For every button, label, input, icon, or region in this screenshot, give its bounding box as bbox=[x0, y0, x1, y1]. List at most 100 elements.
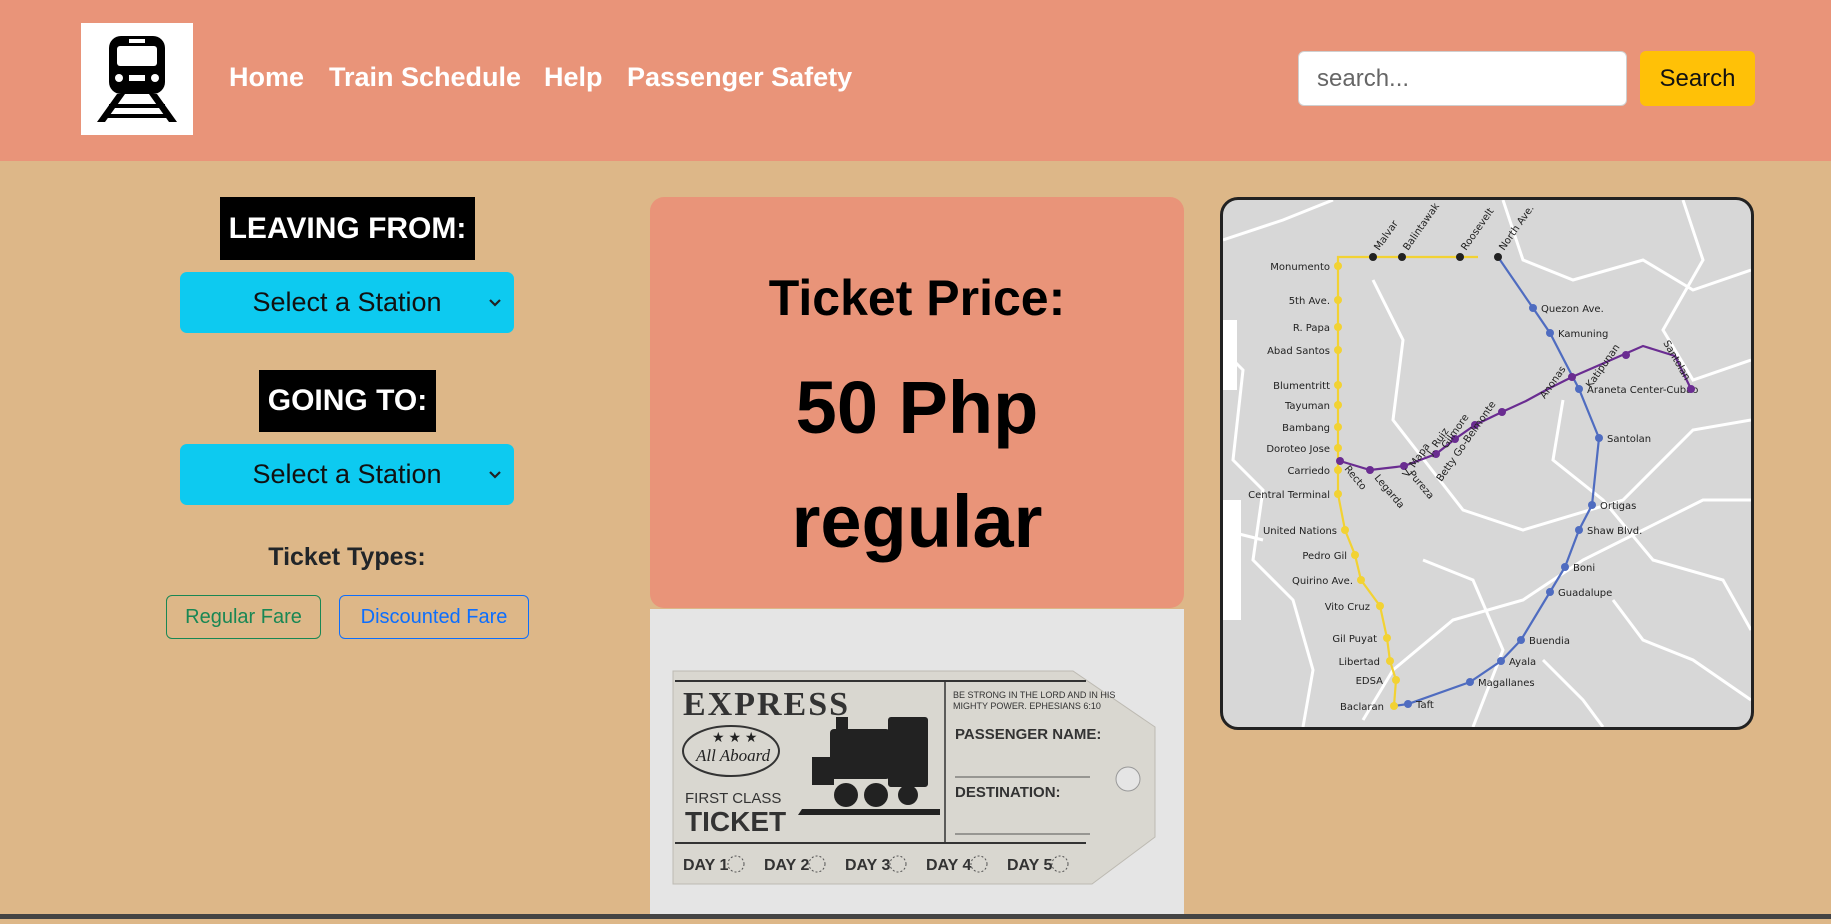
yellow-station-label-7: Doroteo Jose bbox=[1266, 444, 1330, 455]
top-station-label-2: Roosevelt bbox=[1459, 206, 1496, 252]
site-header: Home Train Schedule Help Passenger Safet… bbox=[0, 0, 1831, 161]
ticket-verse-text: BE STRONG IN THE LORD AND IN HIS bbox=[953, 690, 1115, 700]
nav-passenger-safety[interactable]: Passenger Safety bbox=[627, 62, 852, 93]
blue-station-dot-7 bbox=[1561, 563, 1569, 571]
going-select-value: Select a Station bbox=[252, 459, 442, 489]
express-ticket-image: EXPRESS BE STRONG IN THE LORD AND IN HIS… bbox=[672, 670, 1156, 885]
regular-fare-button[interactable]: Regular Fare bbox=[166, 595, 321, 639]
purple-station-label-8: Katipunan bbox=[1584, 342, 1622, 390]
yellow-station-label-9: Central Terminal bbox=[1248, 490, 1330, 501]
blue-station-label-2: Kamuning bbox=[1558, 329, 1608, 340]
top-station-dot-0 bbox=[1369, 253, 1377, 261]
chevron-down-icon bbox=[489, 298, 501, 307]
leaving-station-select[interactable]: Select a Station bbox=[180, 272, 514, 333]
purple-line bbox=[1339, 344, 1692, 472]
ticket-price-card: Ticket Price: 50 Php regular bbox=[650, 197, 1184, 608]
yellow-station-dot-8 bbox=[1334, 466, 1342, 474]
blue-station-label-9: Buendia bbox=[1529, 636, 1570, 647]
ticket-image-area: EXPRESS BE STRONG IN THE LORD AND IN HIS… bbox=[650, 609, 1184, 919]
purple-station-dot-0 bbox=[1336, 457, 1344, 465]
yellow-station-dot-16 bbox=[1392, 676, 1400, 684]
top-station-dot-2 bbox=[1456, 253, 1464, 261]
blue-station-label-5: Ortigas bbox=[1600, 501, 1636, 512]
blue-station-dot-9 bbox=[1517, 636, 1525, 644]
ticket-all-aboard: All Aboard bbox=[695, 746, 771, 765]
blue-station-dot-3 bbox=[1575, 385, 1583, 393]
purple-station-label-1: Legarda bbox=[1372, 473, 1406, 511]
yellow-station-dot-3 bbox=[1334, 346, 1342, 354]
purple-station-label-7: Anonas bbox=[1538, 364, 1568, 401]
blue-station-dot-4 bbox=[1595, 434, 1603, 442]
yellow-station-dot-0 bbox=[1334, 262, 1342, 270]
blue-station-dot-12 bbox=[1404, 700, 1412, 708]
purple-station-dot-1 bbox=[1366, 466, 1374, 474]
blue-station-dot-11 bbox=[1466, 678, 1474, 686]
yellow-station-dot-14 bbox=[1383, 634, 1391, 642]
purple-station-label-9: Santolan bbox=[1660, 339, 1692, 383]
yellow-station-dot-13 bbox=[1376, 602, 1384, 610]
search-input[interactable] bbox=[1298, 51, 1627, 106]
blue-station-dot-6 bbox=[1575, 526, 1583, 534]
yellow-station-label-5: Tayuman bbox=[1284, 401, 1330, 412]
yellow-station-label-15: Libertad bbox=[1339, 657, 1380, 668]
rail-map: Monumento 5th Ave. R. Papa Abad Santos Blume… bbox=[1220, 197, 1754, 730]
yellow-station-dot-12 bbox=[1357, 576, 1365, 584]
chevron-down-icon bbox=[489, 470, 501, 479]
blue-station-dot-10 bbox=[1497, 657, 1505, 665]
nav-help[interactable]: Help bbox=[544, 62, 603, 93]
ticket-day-5: DAY 5 bbox=[1007, 857, 1052, 874]
yellow-station-label-13: Vito Cruz bbox=[1325, 602, 1370, 613]
purple-station-dot-9 bbox=[1687, 385, 1695, 393]
blue-station-label-4: Santolan bbox=[1607, 434, 1651, 445]
yellow-station-label-14: Gil Puyat bbox=[1332, 634, 1377, 645]
ticket-day-2: DAY 2 bbox=[764, 857, 809, 874]
top-station-label-0: Malvar bbox=[1372, 218, 1401, 253]
yellow-station-label-12: Quirino Ave. bbox=[1292, 576, 1353, 587]
top-station-dot-1 bbox=[1398, 253, 1406, 261]
yellow-station-label-3: Abad Santos bbox=[1267, 346, 1330, 357]
yellow-station-dot-17 bbox=[1390, 702, 1398, 710]
yellow-station-dot-7 bbox=[1334, 444, 1342, 452]
purple-station-dot-6 bbox=[1498, 408, 1506, 416]
leaving-from-label: LEAVING FROM: bbox=[220, 197, 475, 260]
blue-station-dot-1 bbox=[1529, 304, 1537, 312]
yellow-station-dot-10 bbox=[1341, 526, 1349, 534]
blue-station-label-6: Shaw Blvd. bbox=[1587, 526, 1642, 537]
ticket-day-3: DAY 3 bbox=[845, 857, 890, 874]
ticket-first-class: FIRST CLASS bbox=[685, 790, 781, 807]
yellow-station-dot-2 bbox=[1334, 323, 1342, 331]
top-station-dot-3 bbox=[1494, 253, 1502, 261]
ticket-price-type: regular bbox=[791, 480, 1043, 563]
yellow-station-label-8: Carriedo bbox=[1287, 466, 1330, 477]
yellow-station-dot-9 bbox=[1334, 490, 1342, 498]
blue-station-label-12: Taft bbox=[1415, 700, 1434, 711]
going-to-label: GOING TO: bbox=[259, 370, 436, 432]
logo[interactable] bbox=[81, 23, 193, 135]
yellow-station-label-10: United Nations bbox=[1263, 526, 1337, 537]
blue-station-dot-8 bbox=[1546, 588, 1554, 596]
discounted-fare-button[interactable]: Discounted Fare bbox=[339, 595, 529, 639]
blue-station-label-1: Quezon Ave. bbox=[1541, 304, 1604, 315]
nav-home[interactable]: Home bbox=[229, 62, 304, 93]
going-station-select[interactable]: Select a Station bbox=[180, 444, 514, 505]
ticket-day-4: DAY 4 bbox=[926, 857, 971, 874]
search-button[interactable]: Search bbox=[1640, 51, 1755, 106]
ticket-express-text: EXPRESS bbox=[683, 686, 850, 723]
yellow-station-dot-11 bbox=[1351, 551, 1359, 559]
blue-station-label-11: Magallanes bbox=[1478, 678, 1535, 689]
leaving-select-value: Select a Station bbox=[252, 287, 442, 317]
top-station-label-1: Balintawak bbox=[1401, 201, 1442, 253]
ticket-passenger-name: PASSENGER NAME: bbox=[955, 726, 1101, 743]
blue-station-label-7: Boni bbox=[1573, 563, 1595, 574]
page-bottom-bar bbox=[0, 914, 1831, 919]
yellow-station-dot-6 bbox=[1334, 423, 1342, 431]
ticket-price-value: 50 Php bbox=[795, 366, 1039, 449]
nav-train-schedule[interactable]: Train Schedule bbox=[329, 62, 521, 93]
purple-station-dot-7 bbox=[1568, 373, 1576, 381]
yellow-station-label-2: R. Papa bbox=[1293, 323, 1330, 334]
yellow-station-label-6: Bambang bbox=[1282, 423, 1330, 434]
yellow-station-label-4: Blumentritt bbox=[1273, 381, 1330, 392]
rail-map-svg: Monumento 5th Ave. R. Papa Abad Santos Blume… bbox=[1223, 200, 1751, 727]
train-icon bbox=[97, 36, 177, 122]
yellow-station-dot-5 bbox=[1334, 401, 1342, 409]
